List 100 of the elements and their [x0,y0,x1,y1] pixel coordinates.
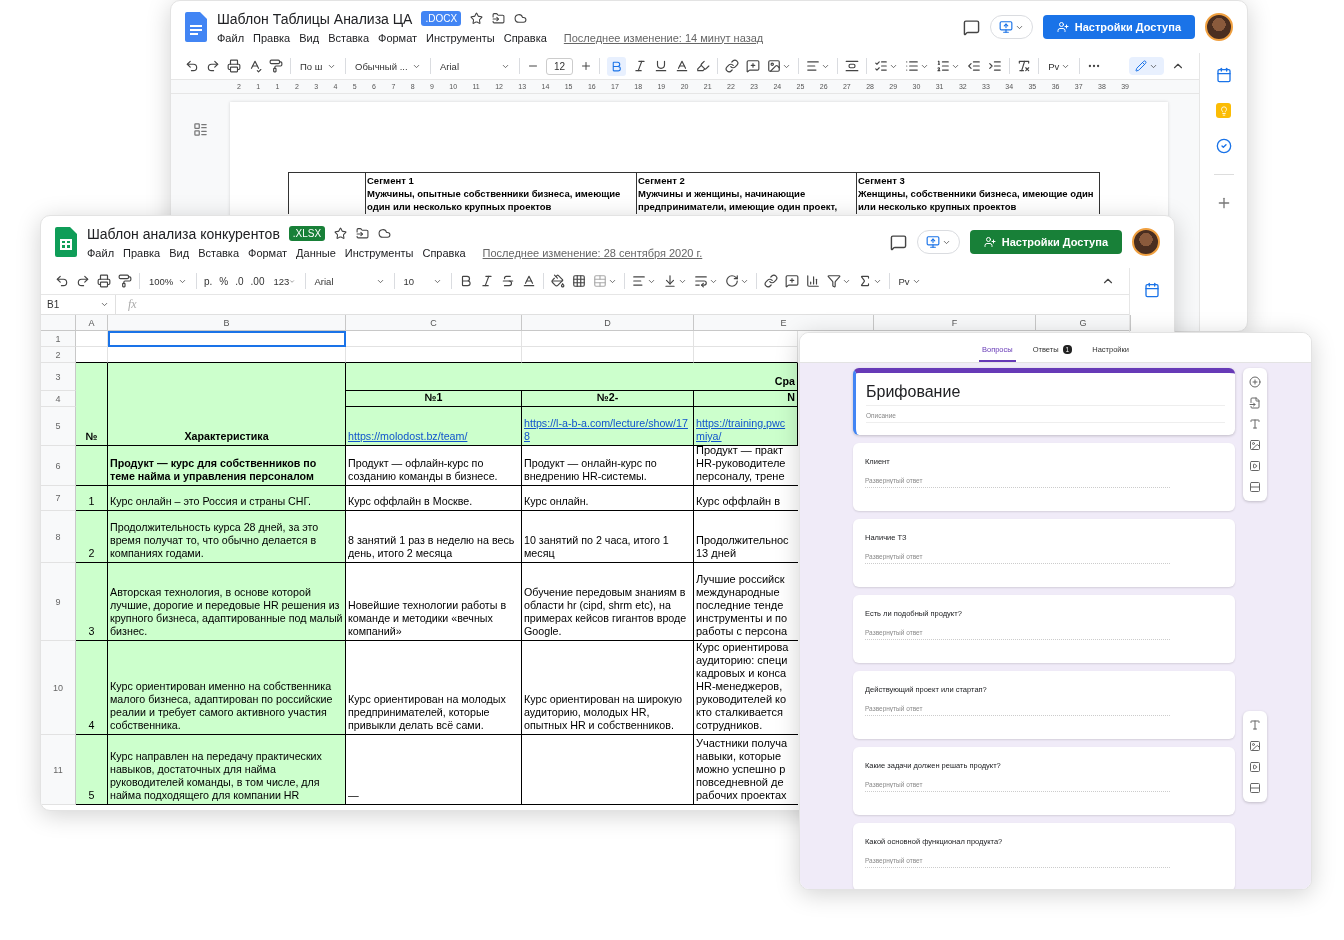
add-comment-icon[interactable] [746,59,761,73]
currency-format-button[interactable]: р. [204,275,213,287]
column-header[interactable]: A [76,315,108,331]
last-edit-link[interactable]: Последнее изменение: 14 минут назад [563,31,764,44]
text-wrap-icon[interactable] [693,274,708,288]
filter-icon[interactable] [826,274,841,288]
row-header[interactable]: 3 [41,363,76,391]
import-icon[interactable] [1249,397,1261,409]
print-icon[interactable] [97,274,111,288]
borders-icon[interactable] [571,274,586,288]
row-header[interactable]: 7 [41,486,76,511]
chart-icon[interactable] [805,274,820,288]
person-icon[interactable] [983,236,996,248]
star-icon[interactable] [334,227,348,240]
line-spacing-icon[interactable] [845,59,860,73]
column-header[interactable]: F [874,315,1036,331]
row-header[interactable]: 2 [41,347,76,363]
input-tools-dropdown[interactable]: Рv [1046,60,1073,72]
document-title[interactable]: Шаблон Таблицы Анализа ЦА [217,10,413,27]
column-header[interactable]: G [1036,315,1131,331]
numbered-list-icon[interactable] [936,59,951,73]
row-header[interactable]: 1 [41,331,76,347]
link[interactable]: https://molodost.bz/team/ [348,430,519,443]
menu-item[interactable]: Данные [296,246,336,259]
cloud-icon[interactable] [378,227,392,240]
present-icon[interactable] [925,235,940,249]
menu-item[interactable]: Вид [169,246,190,259]
font-size-dropdown[interactable]: 10 [401,275,444,287]
percent-format-button[interactable]: % [219,275,229,287]
bulleted-list-icon[interactable] [905,59,920,73]
title-text-icon[interactable] [1249,418,1261,430]
indent-increase-icon[interactable] [988,59,1003,73]
link[interactable]: https://training.pwc miya/ [696,417,795,443]
sheets-logo-icon[interactable] [55,227,77,257]
indent-decrease-icon[interactable] [967,59,982,73]
zoom-dropdown[interactable]: 100% [147,275,189,287]
section-icon[interactable] [1249,782,1261,794]
folder-icon[interactable] [356,227,370,240]
menu-item[interactable]: Инструменты [344,246,414,259]
video-icon[interactable] [1249,460,1261,472]
clear-formatting-icon[interactable] [1017,59,1032,73]
calendar-icon[interactable] [1144,282,1160,298]
row-header[interactable]: 11 [41,735,76,805]
menu-item[interactable]: Правка [253,31,291,44]
menu-item[interactable]: Формат [378,31,418,44]
merge-cells-icon[interactable] [592,274,607,288]
font-dropdown[interactable]: Arial [312,275,387,287]
menu-item[interactable]: Файл [217,31,245,44]
fill-color-icon[interactable] [550,274,565,288]
input-tools-dropdown[interactable]: Рv [896,275,923,287]
add-question-icon[interactable] [1249,376,1261,388]
font-dropdown[interactable]: Arial [438,60,512,72]
image-icon[interactable] [767,59,782,73]
share-button[interactable]: Настройки Доступа [969,230,1122,254]
italic-icon[interactable] [633,59,648,73]
checklist-icon[interactable] [874,59,889,73]
column-header[interactable]: C [346,315,522,331]
undo-icon[interactable] [55,274,69,288]
add-comment-icon[interactable] [784,274,799,288]
comment-icon[interactable] [962,18,980,36]
row-header[interactable]: 6 [41,446,76,486]
menu-item[interactable]: Файл [87,246,115,259]
section-icon[interactable] [1249,481,1261,493]
name-box[interactable]: B1 [41,295,116,314]
row-header[interactable]: 9 [41,563,76,641]
person-icon[interactable] [1056,21,1069,33]
text-color-icon[interactable] [521,274,536,288]
align-left-icon[interactable] [806,59,821,73]
star-icon[interactable] [470,12,484,25]
menu-item[interactable]: Справка [422,246,466,259]
editing-mode-button[interactable] [1129,57,1164,75]
row-header[interactable]: 10 [41,641,76,735]
increase-decimal-button[interactable]: .00 [250,275,265,287]
text-rotation-icon[interactable] [724,274,739,288]
menu-item[interactable]: Формат [248,246,288,259]
link-icon[interactable] [763,274,778,288]
link-icon[interactable] [725,59,740,73]
folder-icon[interactable] [492,12,506,25]
italic-icon[interactable] [479,274,494,288]
present-icon[interactable] [998,20,1013,34]
undo-icon[interactable] [185,59,199,73]
zoom-dropdown[interactable]: По ш [298,60,338,72]
menu-item[interactable]: Справка [503,31,547,44]
decrease-decimal-button[interactable]: .0 [235,275,244,287]
menu-item[interactable]: Вставка [198,246,239,259]
image-icon[interactable] [1249,740,1261,752]
avatar[interactable] [1205,13,1233,41]
menu-item[interactable]: Инструменты [426,31,495,44]
outline-icon[interactable] [193,122,208,137]
font-size-field[interactable]: 12 [546,57,574,75]
paint-format-icon[interactable] [118,274,132,288]
plus-icon[interactable] [580,60,593,72]
video-icon[interactable] [1249,761,1261,773]
style-dropdown[interactable]: Обычный ... [353,60,423,72]
print-icon[interactable] [227,59,241,73]
text-color-icon[interactable] [675,59,690,73]
row-header[interactable]: 8 [41,511,76,563]
title-text-icon[interactable] [1249,719,1261,731]
calendar-icon[interactable] [1215,67,1232,83]
pencil-icon[interactable] [1135,60,1147,72]
